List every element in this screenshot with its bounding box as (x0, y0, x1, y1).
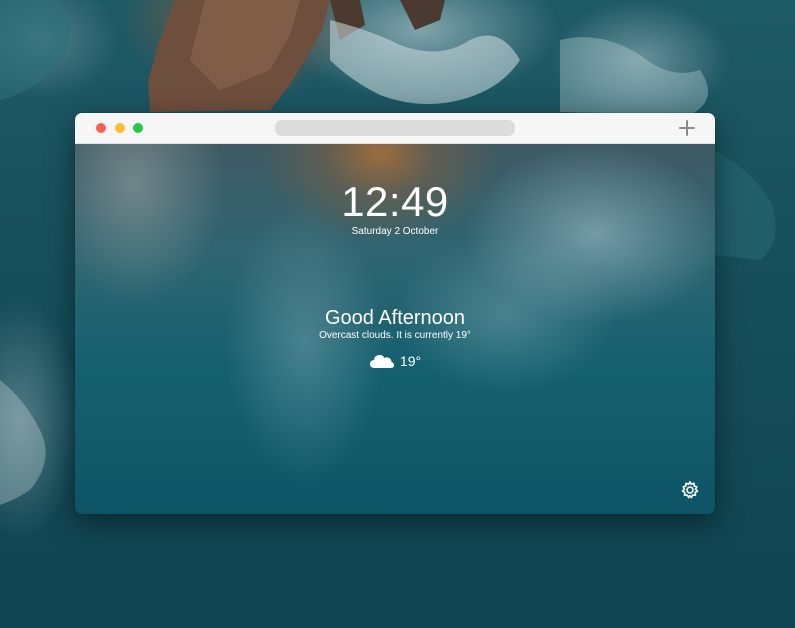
weather-widget: 19° (75, 350, 715, 372)
weather-summary: Overcast clouds. It is currently 19° (319, 330, 471, 341)
plus-icon (679, 120, 695, 136)
title-bar (75, 113, 715, 144)
clock-time: 12:49 (341, 178, 449, 225)
browser-window: 12:49 Saturday 2 October Good Afternoon … (75, 113, 715, 514)
temperature: 19° (399, 353, 422, 369)
maximize-window-button[interactable] (133, 123, 143, 133)
gear-icon (681, 481, 699, 499)
minimize-window-button[interactable] (115, 123, 125, 133)
new-tab-button[interactable] (677, 118, 697, 138)
greeting-text: Good Afternoon (324, 307, 466, 329)
settings-button[interactable] (680, 480, 700, 500)
address-bar[interactable] (275, 120, 515, 136)
close-window-button[interactable] (96, 123, 106, 133)
cloud-icon (369, 351, 395, 371)
new-tab-page: 12:49 Saturday 2 October Good Afternoon … (75, 144, 715, 514)
clock-date: Saturday 2 October (351, 226, 439, 237)
